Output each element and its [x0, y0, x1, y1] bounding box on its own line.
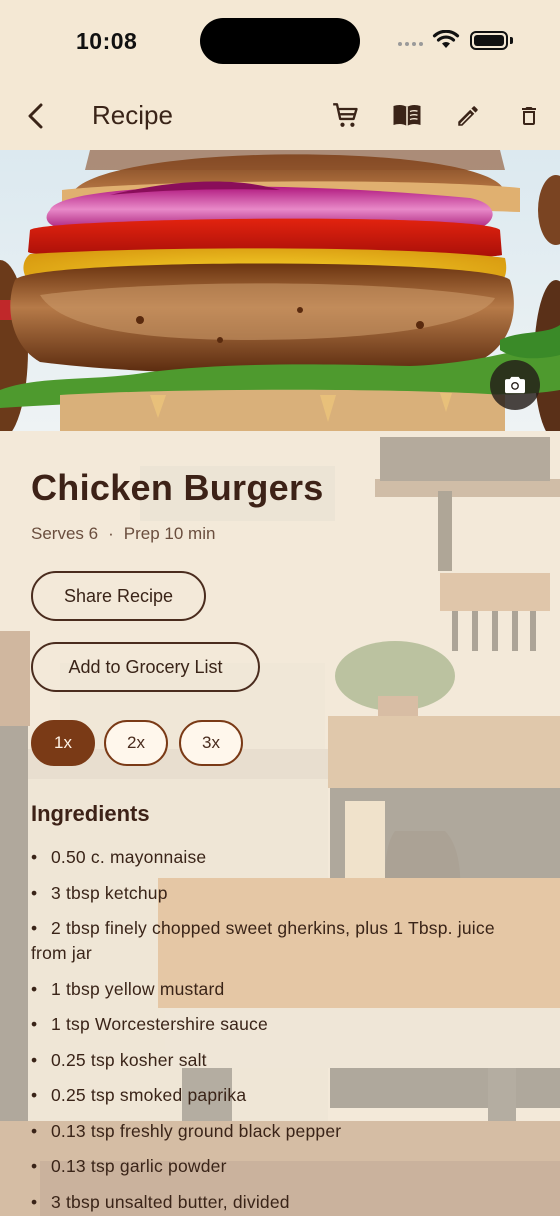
- bullet: •: [31, 1085, 38, 1105]
- status-bar: 10:08: [0, 0, 560, 80]
- status-time: 10:08: [76, 28, 138, 54]
- dynamic-island: [200, 18, 360, 64]
- prep-time-text: Prep 10 min: [123, 524, 216, 543]
- ingredient-item: • 0.13 tsp garlic powder: [31, 1154, 511, 1179]
- back-button[interactable]: [12, 88, 60, 144]
- bullet: •: [31, 1120, 38, 1141]
- bullet: •: [31, 882, 38, 903]
- bullet: •: [31, 1156, 38, 1176]
- add-to-grocery-list-button[interactable]: Add to Grocery List: [31, 642, 260, 692]
- bullet: •: [31, 1014, 38, 1034]
- wifi-icon: [432, 30, 460, 48]
- recipe-meta: Serves 6 · Prep 10 min: [31, 524, 215, 544]
- ingredients-list: • 0.50 c. mayonnaise • 3 tbsp ketchup • 2 t…: [31, 845, 511, 1216]
- ingredient-item: • 3 tbsp ketchup: [31, 881, 511, 906]
- bullet: •: [31, 1191, 38, 1212]
- ingredient-item: • 0.25 tsp smoked paprika: [31, 1083, 511, 1108]
- delete-button[interactable]: [505, 88, 553, 144]
- battery-icon: [470, 31, 508, 50]
- scale-chip-1x[interactable]: 1x: [31, 720, 95, 766]
- bullet: •: [31, 978, 38, 999]
- share-recipe-button[interactable]: Share Recipe: [31, 571, 206, 621]
- open-book-icon: [393, 104, 421, 126]
- ingredient-item: • 0.25 tsp kosher salt: [31, 1048, 511, 1073]
- scale-chip-3x[interactable]: 3x: [179, 720, 243, 766]
- shopping-cart-icon: [333, 103, 358, 127]
- ingredient-item: • 0.13 tsp freshly ground black pepper: [31, 1119, 511, 1144]
- burger-image: [0, 150, 560, 431]
- meta-separator: ·: [108, 524, 114, 543]
- ingredient-item: • 1 tbsp yellow mustard: [31, 977, 511, 1002]
- chevron-left-icon: [28, 103, 43, 129]
- ingredient-item: • 2 tbsp finely chopped sweet gherkins, p…: [31, 918, 495, 963]
- cellular-signal-icon: [398, 42, 423, 46]
- trash-icon: [522, 107, 536, 125]
- app-bar: Recipe: [0, 88, 560, 144]
- pencil-icon: [458, 106, 478, 126]
- ingredient-item: • 1 tsp Worcestershire sauce: [31, 1012, 511, 1037]
- scale-chip-2x[interactable]: 2x: [104, 720, 168, 766]
- bullet: •: [31, 1049, 38, 1070]
- camera-icon: [505, 376, 525, 394]
- recipe-details: Chicken Burgers Serves 6 · Prep 10 min S…: [0, 431, 560, 1216]
- recipe-title: Chicken Burgers: [31, 467, 324, 508]
- cook-mode-button[interactable]: [383, 88, 431, 144]
- bullet: •: [31, 918, 38, 938]
- serves-text: Serves 6: [31, 524, 99, 543]
- bullet: •: [31, 847, 38, 867]
- ingredient-item: • 0.50 c. mayonnaise: [31, 845, 511, 870]
- recipe-photo: [0, 150, 560, 431]
- change-photo-button[interactable]: [490, 360, 540, 410]
- edit-button[interactable]: [444, 88, 492, 144]
- add-to-cart-button[interactable]: [322, 88, 370, 144]
- page-title: Recipe: [92, 100, 173, 130]
- ingredient-item: • 3 tbsp unsalted butter, divided: [31, 1190, 511, 1215]
- ingredients-heading: Ingredients: [31, 801, 150, 826]
